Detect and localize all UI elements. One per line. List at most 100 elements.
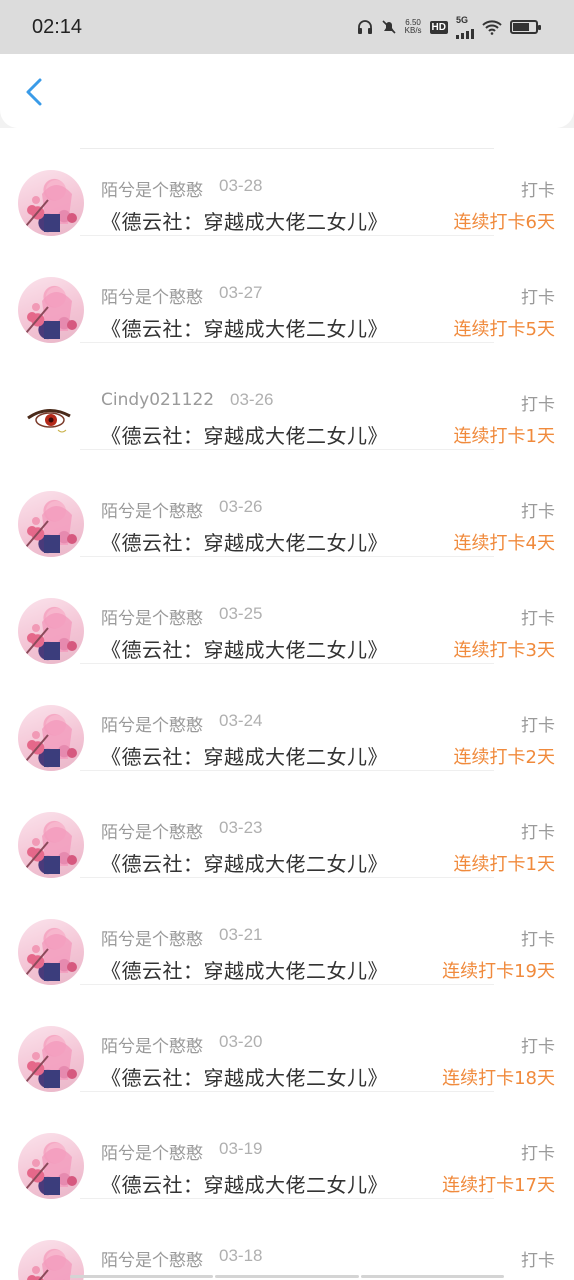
avatar[interactable] <box>18 491 84 557</box>
checkin-label: 打卡 <box>521 1037 555 1057</box>
girl-art-icon <box>25 715 77 767</box>
eye-art-icon <box>27 409 71 433</box>
girl-art-icon <box>25 1143 77 1195</box>
user-name[interactable]: 陌兮是个憨憨 <box>101 1139 203 1164</box>
book-title[interactable]: 《德云社：穿越成大佬二女儿》 <box>101 634 388 663</box>
streak-badge: 连续打卡18天 <box>442 1068 555 1089</box>
user-name[interactable]: Cindy021122 <box>101 390 214 410</box>
avatar[interactable] <box>18 277 84 343</box>
streak-badge: 连续打卡1天 <box>453 426 555 447</box>
user-name[interactable]: 陌兮是个憨憨 <box>101 818 203 843</box>
avatar[interactable] <box>18 1133 84 1199</box>
avatar[interactable] <box>18 1240 84 1280</box>
list-item[interactable]: 陌兮是个憨憨 03-25 《德云社：穿越成大佬二女儿》 打卡连续打卡3天 <box>0 556 574 664</box>
checkin-label: 打卡 <box>521 823 555 843</box>
list-item[interactable]: 陌兮是个憨憨 03-26 《德云社：穿越成大佬二女儿》 打卡连续打卡4天 <box>0 449 574 557</box>
post-date: 03-18 <box>219 1246 263 1265</box>
checkin-label: 打卡 <box>521 181 555 201</box>
user-name[interactable]: 陌兮是个憨憨 <box>101 604 203 629</box>
wifi-icon <box>482 20 502 35</box>
avatar[interactable] <box>18 598 84 664</box>
streak-badge: 连续打卡6天 <box>453 212 555 233</box>
checkin-label: 打卡 <box>521 288 555 308</box>
book-title[interactable]: 《德云社：穿越成大佬二女儿》 <box>101 527 388 556</box>
book-title[interactable]: 《德云社：穿越成大佬二女儿》 <box>101 741 388 770</box>
checkin-label: 打卡 <box>521 395 555 415</box>
streak-badge: 连续打卡5天 <box>453 319 555 340</box>
status-icons: 6.50 KB/s HD 5G <box>357 14 541 39</box>
battery-icon <box>510 20 541 34</box>
header <box>0 54 574 128</box>
streak-badge: 连续打卡1天 <box>453 854 555 875</box>
checkin-label: 打卡 <box>521 716 555 736</box>
list-item[interactable]: 陌兮是个憨憨 03-21 《德云社：穿越成大佬二女儿》 打卡 连续打卡19天 <box>0 877 574 985</box>
user-name[interactable]: 陌兮是个憨憨 <box>101 283 203 308</box>
post-date: 03-26 <box>219 497 263 516</box>
checkin-label: 打卡 <box>521 1144 555 1164</box>
user-name[interactable]: 陌兮是个憨憨 <box>101 1032 203 1057</box>
list-item[interactable]: 陌兮是个憨憨 03-23 《德云社：穿越成大佬二女儿》 打卡连续打卡1天 <box>0 770 574 878</box>
checkin-label: 打卡 <box>521 502 555 522</box>
avatar[interactable] <box>18 384 84 450</box>
network-type: 5G <box>456 14 469 25</box>
list-item[interactable]: 陌兮是个憨憨 03-24 《德云社：穿越成大佬二女儿》 打卡连续打卡2天 <box>0 663 574 771</box>
list-item[interactable]: 陌兮是个憨憨 03-20 《德云社：穿越成大佬二女儿》 打卡连续打卡18天 <box>0 984 574 1092</box>
book-title[interactable]: 《德云社：穿越成大佬二女儿》 <box>101 1169 388 1198</box>
scroll-indicator <box>70 1275 504 1278</box>
user-name[interactable]: 陌兮是个憨憨 <box>101 497 203 522</box>
list-item[interactable]: Cindy021122 03-26 《德云社：穿越成大佬二女儿》 打卡连续打卡1天 <box>0 342 574 450</box>
list-item[interactable]: 陌兮是个憨憨 03-19 《德云社：穿越成大佬二女儿》 打卡连续打卡17天 <box>0 1091 574 1199</box>
post-date: 03-20 <box>219 1032 263 1051</box>
girl-art-icon <box>25 822 77 874</box>
girl-art-icon <box>25 1036 77 1088</box>
clock: 02:14 <box>32 15 83 38</box>
avatar[interactable] <box>18 705 84 771</box>
girl-art-icon <box>25 287 77 339</box>
post-date: 03-26 <box>230 390 274 409</box>
post-date: 03-25 <box>219 604 263 623</box>
book-title[interactable]: 《德云社：穿越成大佬二女儿》 <box>101 420 388 449</box>
book-title[interactable]: 《德云社：穿越成大佬二女儿》 <box>101 955 388 984</box>
girl-art-icon <box>25 180 77 232</box>
streak-badge: 连续打卡4天 <box>453 533 555 554</box>
post-date: 03-19 <box>219 1139 263 1158</box>
book-title[interactable]: 《德云社：穿越成大佬二女儿》 <box>101 313 388 342</box>
back-button[interactable] <box>18 74 50 110</box>
book-title[interactable]: 《德云社：穿越成大佬二女儿》 <box>101 1062 388 1091</box>
list-item[interactable]: 陌兮是个憨憨 03-18 打卡 <box>0 1198 574 1280</box>
streak-badge: 连续打卡3天 <box>453 640 555 661</box>
signal-icon <box>456 25 474 39</box>
headphones-icon <box>357 20 372 34</box>
user-name[interactable]: 陌兮是个憨憨 <box>101 176 203 201</box>
post-date: 03-23 <box>219 818 263 837</box>
user-name[interactable]: 陌兮是个憨憨 <box>101 711 203 736</box>
avatar[interactable] <box>18 1026 84 1092</box>
streak-badge: 连续打卡17天 <box>442 1175 555 1196</box>
girl-art-icon <box>25 929 77 981</box>
list-item[interactable]: 陌兮是个憨憨 03-28 《德云社：穿越成大佬二女儿》 打卡连续打卡6天 <box>0 128 574 236</box>
cell-signal: 5G <box>456 14 474 39</box>
book-title[interactable]: 《德云社：穿越成大佬二女儿》 <box>101 206 388 235</box>
avatar[interactable] <box>18 170 84 236</box>
hd-badge: HD <box>429 20 448 34</box>
avatar[interactable] <box>18 812 84 878</box>
net-speed: 6.50 KB/s <box>404 18 422 35</box>
checkin-label: 打卡 <box>521 1251 555 1271</box>
checkin-label: 打卡 <box>521 609 555 629</box>
status-bar: 02:14 6.50 KB/s HD 5G <box>0 0 574 54</box>
chevron-left-icon <box>26 78 42 106</box>
book-title[interactable]: 《德云社：穿越成大佬二女儿》 <box>101 848 388 877</box>
post-date: 03-24 <box>219 711 263 730</box>
user-name[interactable]: 陌兮是个憨憨 <box>101 1246 203 1271</box>
checkin-label: 打卡 <box>521 930 555 950</box>
post-date: 03-28 <box>219 176 263 195</box>
list-item[interactable]: 陌兮是个憨憨 03-27 《德云社：穿越成大佬二女儿》 打卡 连续打卡5天 <box>0 235 574 343</box>
avatar[interactable] <box>18 919 84 985</box>
girl-art-icon <box>25 608 77 660</box>
girl-art-icon <box>25 501 77 553</box>
checkin-list[interactable]: 陌兮是个憨憨 03-28 《德云社：穿越成大佬二女儿》 打卡 连续打卡6天 陌兮是个憨憨 0… <box>0 128 574 1280</box>
streak-badge: 连续打卡19天 <box>442 961 555 982</box>
girl-art-icon <box>27 1250 72 1280</box>
streak-badge: 连续打卡2天 <box>453 747 555 768</box>
user-name[interactable]: 陌兮是个憨憨 <box>101 925 203 950</box>
